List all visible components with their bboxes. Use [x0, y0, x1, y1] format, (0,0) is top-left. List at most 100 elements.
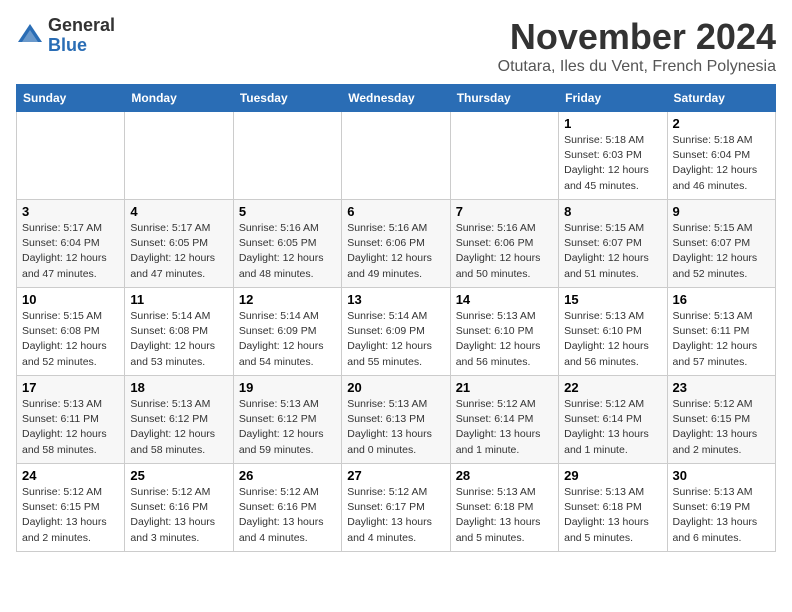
logo-general: General [48, 16, 115, 36]
day-info: Sunrise: 5:15 AM Sunset: 6:07 PM Dayligh… [564, 221, 661, 282]
header: General Blue November 2024 Otutara, Iles… [16, 16, 776, 76]
day-info: Sunrise: 5:13 AM Sunset: 6:18 PM Dayligh… [564, 485, 661, 546]
calendar-cell: 9 Sunrise: 5:15 AM Sunset: 6:07 PM Daylig… [667, 200, 775, 288]
day-info: Sunrise: 5:16 AM Sunset: 6:06 PM Dayligh… [456, 221, 553, 282]
calendar-cell [125, 112, 233, 200]
day-number: 30 [673, 468, 770, 483]
day-number: 27 [347, 468, 444, 483]
day-number: 22 [564, 380, 661, 395]
calendar-cell: 30Sunrise: 5:13 AM Sunset: 6:19 PM Dayli… [667, 464, 775, 552]
day-info: Sunrise: 5:18 AM Sunset: 6:04 PM Dayligh… [673, 133, 770, 194]
day-info: Sunrise: 5:13 AM Sunset: 6:10 PM Dayligh… [564, 309, 661, 370]
calendar-body: 1 Sunrise: 5:18 AM Sunset: 6:03 PM Daylig… [17, 112, 776, 552]
calendar-week-row: 10Sunrise: 5:15 AM Sunset: 6:08 PM Dayli… [17, 288, 776, 376]
day-info: Sunrise: 5:13 AM Sunset: 6:13 PM Dayligh… [347, 397, 444, 458]
day-number: 26 [239, 468, 336, 483]
day-info: Sunrise: 5:13 AM Sunset: 6:10 PM Dayligh… [456, 309, 553, 370]
logo-blue: Blue [48, 36, 115, 56]
day-number: 1 [564, 116, 661, 131]
calendar-cell: 25 Sunrise: 5:12 AM Sunset: 6:16 PM Dayli… [125, 464, 233, 552]
calendar-cell [17, 112, 125, 200]
calendar-cell: 15 Sunrise: 5:13 AM Sunset: 6:10 PM Dayli… [559, 288, 667, 376]
day-info: Sunrise: 5:12 AM Sunset: 6:16 PM Dayligh… [239, 485, 336, 546]
calendar-header: SundayMondayTuesdayWednesdayThursdayFrid… [17, 85, 776, 112]
day-info: Sunrise: 5:13 AM Sunset: 6:12 PM Dayligh… [239, 397, 336, 458]
calendar-cell: 3Sunrise: 5:17 AM Sunset: 6:04 PM Daylig… [17, 200, 125, 288]
day-info: Sunrise: 5:15 AM Sunset: 6:08 PM Dayligh… [22, 309, 119, 370]
calendar-week-row: 3Sunrise: 5:17 AM Sunset: 6:04 PM Daylig… [17, 200, 776, 288]
day-info: Sunrise: 5:16 AM Sunset: 6:06 PM Dayligh… [347, 221, 444, 282]
day-number: 2 [673, 116, 770, 131]
logo-icon [16, 22, 44, 50]
calendar-cell: 22 Sunrise: 5:12 AM Sunset: 6:14 PM Dayli… [559, 376, 667, 464]
day-of-week-header: Wednesday [342, 85, 450, 112]
day-info: Sunrise: 5:12 AM Sunset: 6:14 PM Dayligh… [564, 397, 661, 458]
calendar-cell: 19 Sunrise: 5:13 AM Sunset: 6:12 PM Dayli… [233, 376, 341, 464]
location-subtitle: Otutara, Iles du Vent, French Polynesia [498, 58, 776, 76]
calendar-cell: 13 Sunrise: 5:14 AM Sunset: 6:09 PM Dayli… [342, 288, 450, 376]
calendar-week-row: 17Sunrise: 5:13 AM Sunset: 6:11 PM Dayli… [17, 376, 776, 464]
day-number: 23 [673, 380, 770, 395]
calendar-cell: 16 Sunrise: 5:13 AM Sunset: 6:11 PM Dayli… [667, 288, 775, 376]
day-info: Sunrise: 5:17 AM Sunset: 6:05 PM Dayligh… [130, 221, 227, 282]
day-number: 15 [564, 292, 661, 307]
calendar-cell: 29 Sunrise: 5:13 AM Sunset: 6:18 PM Dayli… [559, 464, 667, 552]
day-info: Sunrise: 5:12 AM Sunset: 6:15 PM Dayligh… [22, 485, 119, 546]
day-info: Sunrise: 5:14 AM Sunset: 6:09 PM Dayligh… [239, 309, 336, 370]
day-info: Sunrise: 5:18 AM Sunset: 6:03 PM Dayligh… [564, 133, 661, 194]
day-info: Sunrise: 5:16 AM Sunset: 6:05 PM Dayligh… [239, 221, 336, 282]
calendar-cell: 7 Sunrise: 5:16 AM Sunset: 6:06 PM Daylig… [450, 200, 558, 288]
title-section: November 2024 Otutara, Iles du Vent, Fre… [498, 16, 776, 76]
calendar-cell: 14Sunrise: 5:13 AM Sunset: 6:10 PM Dayli… [450, 288, 558, 376]
day-number: 13 [347, 292, 444, 307]
day-number: 12 [239, 292, 336, 307]
calendar-cell: 18 Sunrise: 5:13 AM Sunset: 6:12 PM Dayli… [125, 376, 233, 464]
day-number: 20 [347, 380, 444, 395]
calendar-cell: 24Sunrise: 5:12 AM Sunset: 6:15 PM Dayli… [17, 464, 125, 552]
day-info: Sunrise: 5:12 AM Sunset: 6:14 PM Dayligh… [456, 397, 553, 458]
calendar-cell [342, 112, 450, 200]
day-info: Sunrise: 5:15 AM Sunset: 6:07 PM Dayligh… [673, 221, 770, 282]
header-row: SundayMondayTuesdayWednesdayThursdayFrid… [17, 85, 776, 112]
day-of-week-header: Tuesday [233, 85, 341, 112]
calendar-cell: 10Sunrise: 5:15 AM Sunset: 6:08 PM Dayli… [17, 288, 125, 376]
calendar-cell: 8Sunrise: 5:15 AM Sunset: 6:07 PM Daylig… [559, 200, 667, 288]
calendar-cell: 21Sunrise: 5:12 AM Sunset: 6:14 PM Dayli… [450, 376, 558, 464]
calendar-week-row: 24Sunrise: 5:12 AM Sunset: 6:15 PM Dayli… [17, 464, 776, 552]
day-info: Sunrise: 5:12 AM Sunset: 6:16 PM Dayligh… [130, 485, 227, 546]
day-number: 25 [130, 468, 227, 483]
calendar-cell [450, 112, 558, 200]
calendar-cell: 2 Sunrise: 5:18 AM Sunset: 6:04 PM Daylig… [667, 112, 775, 200]
day-info: Sunrise: 5:14 AM Sunset: 6:08 PM Dayligh… [130, 309, 227, 370]
calendar-cell: 5Sunrise: 5:16 AM Sunset: 6:05 PM Daylig… [233, 200, 341, 288]
day-info: Sunrise: 5:13 AM Sunset: 6:12 PM Dayligh… [130, 397, 227, 458]
calendar-cell [233, 112, 341, 200]
day-number: 18 [130, 380, 227, 395]
day-number: 9 [673, 204, 770, 219]
day-number: 19 [239, 380, 336, 395]
logo: General Blue [16, 16, 115, 56]
day-number: 29 [564, 468, 661, 483]
day-info: Sunrise: 5:13 AM Sunset: 6:11 PM Dayligh… [673, 309, 770, 370]
day-of-week-header: Thursday [450, 85, 558, 112]
calendar-week-row: 1 Sunrise: 5:18 AM Sunset: 6:03 PM Daylig… [17, 112, 776, 200]
day-of-week-header: Sunday [17, 85, 125, 112]
day-info: Sunrise: 5:12 AM Sunset: 6:15 PM Dayligh… [673, 397, 770, 458]
day-info: Sunrise: 5:13 AM Sunset: 6:18 PM Dayligh… [456, 485, 553, 546]
day-number: 17 [22, 380, 119, 395]
calendar-cell: 27Sunrise: 5:12 AM Sunset: 6:17 PM Dayli… [342, 464, 450, 552]
day-of-week-header: Saturday [667, 85, 775, 112]
calendar-cell: 20 Sunrise: 5:13 AM Sunset: 6:13 PM Dayli… [342, 376, 450, 464]
day-number: 7 [456, 204, 553, 219]
calendar-cell: 4 Sunrise: 5:17 AM Sunset: 6:05 PM Daylig… [125, 200, 233, 288]
calendar-cell: 17Sunrise: 5:13 AM Sunset: 6:11 PM Dayli… [17, 376, 125, 464]
calendar-cell: 11Sunrise: 5:14 AM Sunset: 6:08 PM Dayli… [125, 288, 233, 376]
calendar-cell: 6 Sunrise: 5:16 AM Sunset: 6:06 PM Daylig… [342, 200, 450, 288]
day-number: 4 [130, 204, 227, 219]
calendar-table: SundayMondayTuesdayWednesdayThursdayFrid… [16, 84, 776, 552]
day-info: Sunrise: 5:14 AM Sunset: 6:09 PM Dayligh… [347, 309, 444, 370]
day-of-week-header: Friday [559, 85, 667, 112]
day-number: 16 [673, 292, 770, 307]
calendar-cell: 28Sunrise: 5:13 AM Sunset: 6:18 PM Dayli… [450, 464, 558, 552]
day-number: 6 [347, 204, 444, 219]
